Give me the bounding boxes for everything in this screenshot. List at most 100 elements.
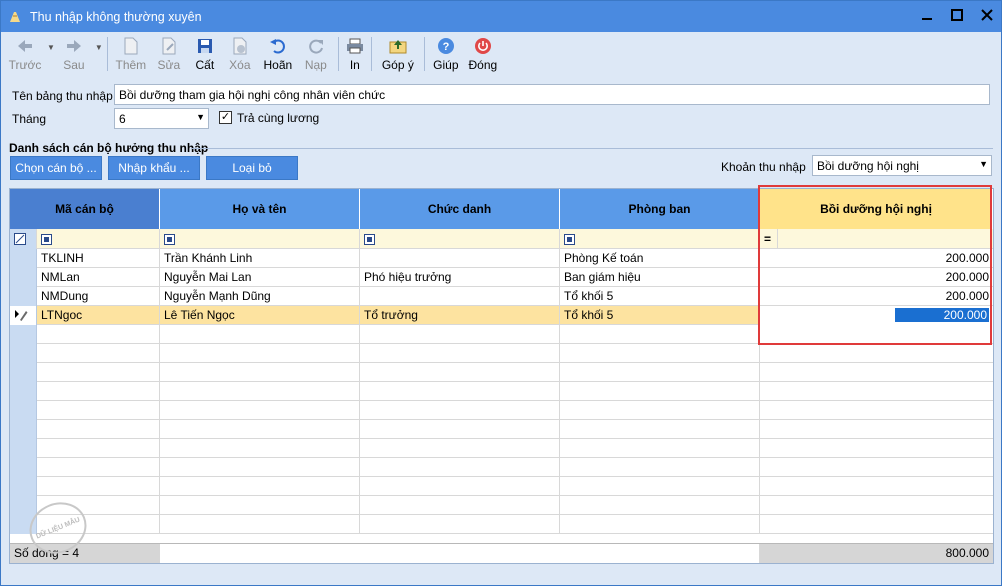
income-window: Thu nhập không thường xuyên Trước ▼ Sau … [0,0,1002,586]
add-button[interactable]: Thêm [112,32,150,76]
edit-pencil-icon[interactable] [10,306,37,325]
cell-code[interactable]: NMLan [37,268,160,287]
cell-code[interactable]: LTNgoc [37,306,160,325]
empty-row [10,401,993,420]
maximize-button[interactable] [949,7,965,23]
prev-button[interactable]: Trước [5,32,45,76]
empty-row [10,439,993,458]
col-header-code[interactable]: Mã cán bộ [10,189,160,229]
col-header-title[interactable]: Chức danh [360,189,560,229]
app-icon [6,8,24,26]
undo-button[interactable]: Hoãn [258,32,298,76]
title-bar: Thu nhập không thường xuyên [1,1,1001,32]
income-item-select[interactable]: Bồi dưỡng hội nghị ▼ [812,155,992,176]
toolbar-separator [370,37,372,71]
income-item-label: Khoản thu nhập [721,160,806,174]
feedback-button[interactable]: Góp ý [376,32,420,76]
month-value: 6 [119,112,126,126]
arrow-right-icon [64,36,84,56]
empty-row [10,344,993,363]
cell-code[interactable]: TKLINH [37,249,160,268]
chevron-down-icon: ▼ [196,112,205,122]
filter-icon [364,233,375,245]
next-dropdown-icon[interactable]: ▼ [95,43,103,52]
cell-code[interactable]: NMDung [37,287,160,306]
help-button[interactable]: ? Giúp [429,32,463,76]
empty-row [10,515,993,534]
filter-title[interactable] [360,229,560,249]
toolbar-separator [337,37,339,71]
row-count: Số dòng = 4 [14,546,80,560]
cell-dept[interactable]: Ban giám hiệu [560,268,760,287]
svg-text:?: ? [442,41,449,53]
empty-row [10,496,993,515]
row-indicator[interactable] [10,287,37,306]
cell-dept[interactable]: Tổ khối 5 [560,306,760,325]
edit-button[interactable]: Sửa [150,32,188,76]
arrow-left-icon [15,36,35,56]
cell-dept[interactable]: Phòng Kế toán [560,249,760,268]
footer-spacer [160,544,760,563]
pay-with-salary-checkbox[interactable]: ✓ [219,111,232,124]
window-title: Thu nhập không thường xuyên [30,9,202,24]
cell-title[interactable] [360,249,560,268]
toolbar: Trước ▼ Sau ▼ Thêm Sửa Cất Xóa Hoãn Nạp … [1,32,1001,76]
new-document-icon [121,36,141,56]
filter-icon [41,233,52,245]
close-window-button[interactable] [979,7,995,23]
chevron-down-icon: ▼ [979,159,988,169]
delete-document-icon [230,36,250,56]
highlight-box [758,185,992,345]
section-divider [191,148,993,149]
remove-button[interactable]: Loại bỏ [206,156,298,180]
undo-icon [268,36,288,56]
cell-title[interactable] [360,287,560,306]
cell-title[interactable]: Phó hiệu trưởng [360,268,560,287]
pay-with-salary-label: Trả cùng lương [237,111,320,125]
filter-icon [564,233,575,245]
floppy-disk-icon [195,36,215,56]
filter-name[interactable] [160,229,360,249]
filter-clear-icon[interactable] [10,229,37,249]
empty-row [10,477,993,496]
filter-code[interactable] [37,229,160,249]
col-header-name[interactable]: Họ và tên [160,189,360,229]
cell-name[interactable]: Lê Tiến Ngọc [160,306,360,325]
income-name-label: Tên bảng thu nhập [12,89,113,103]
empty-row [10,420,993,439]
grid-footer: Số dòng = 4 800.000 [10,543,993,563]
minimize-button[interactable] [919,7,935,23]
toolbar-separator [106,37,108,71]
import-button[interactable]: Nhập khẩu ... [108,156,200,180]
load-button[interactable]: Nạp [298,32,334,76]
close-button[interactable]: Đóng [463,32,503,76]
feedback-folder-icon [388,36,408,56]
filter-dept[interactable] [560,229,760,249]
empty-row [10,458,993,477]
total-amount: 800.000 [945,546,989,560]
cell-dept[interactable]: Tổ khối 5 [560,287,760,306]
print-button[interactable]: In [343,32,367,76]
edit-document-icon [159,36,179,56]
empty-row [10,382,993,401]
next-button[interactable]: Sau [55,32,93,76]
income-item-value: Bồi dưỡng hội nghị [817,159,919,173]
col-header-dept[interactable]: Phòng ban [560,189,760,229]
power-icon [473,36,493,56]
row-indicator[interactable] [10,249,37,268]
cell-name[interactable]: Nguyễn Mạnh Dũng [160,287,360,306]
choose-staff-button[interactable]: Chọn cán bộ ... [10,156,102,180]
month-label: Tháng [12,112,47,126]
cell-name[interactable]: Nguyễn Mai Lan [160,268,360,287]
row-indicator[interactable] [10,268,37,287]
cell-title[interactable]: Tổ trưởng [360,306,560,325]
filter-icon [164,233,175,245]
month-select[interactable]: 6 ▼ [114,108,209,129]
cell-name[interactable]: Trần Khánh Linh [160,249,360,268]
income-name-input[interactable]: Bồi dưỡng tham gia hội nghị công nhân vi… [114,84,990,105]
prev-dropdown-icon[interactable]: ▼ [47,43,55,52]
printer-icon [345,36,365,56]
save-button[interactable]: Cất [188,32,222,76]
toolbar-separator [423,37,425,71]
delete-button[interactable]: Xóa [222,32,258,76]
